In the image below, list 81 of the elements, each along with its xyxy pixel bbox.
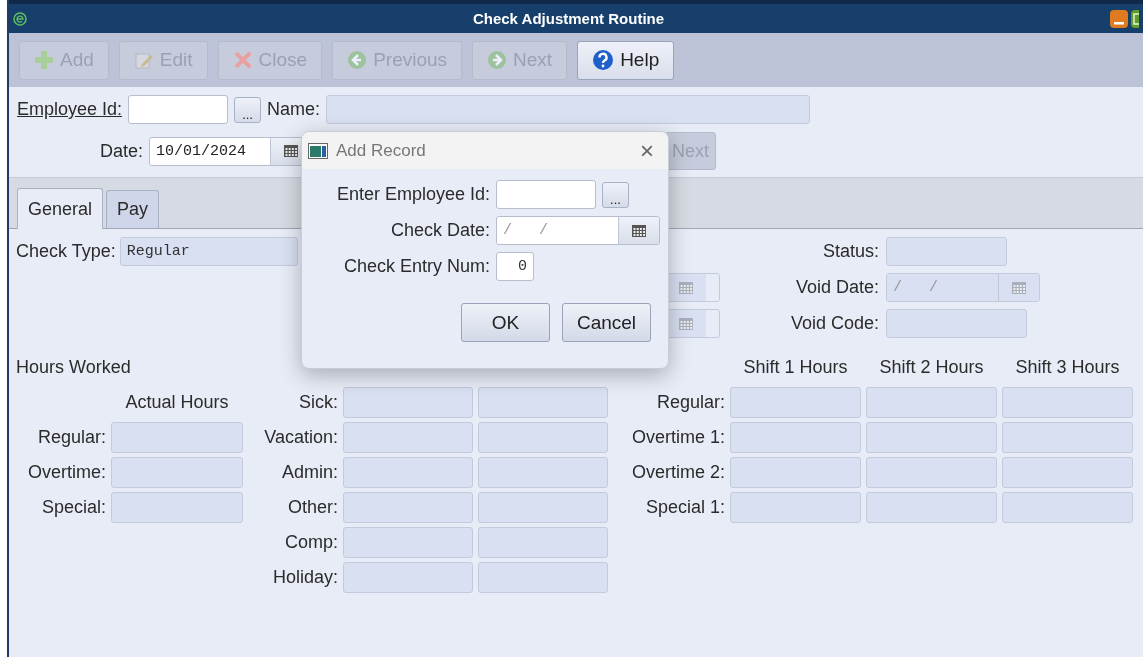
- name-label: Name:: [267, 99, 321, 120]
- window-title: Check Adjustment Routine: [472, 10, 665, 27]
- window-icon: [308, 142, 328, 159]
- logo-icon: [13, 11, 27, 26]
- field-label: Regular:: [37, 427, 106, 448]
- column-header: Shift 1 Hours: [743, 357, 848, 378]
- field-label: Special 1:: [645, 497, 725, 518]
- hours-field[interactable]: [730, 387, 861, 418]
- employee-id-field[interactable]: [128, 95, 229, 124]
- hours-field[interactable]: [730, 457, 861, 488]
- void-code-label: Void Code:: [789, 313, 880, 334]
- hours-field[interactable]: [1002, 492, 1133, 523]
- field-label: Overtime 2:: [631, 462, 725, 483]
- column-header: Actual Hours: [125, 392, 229, 413]
- employee-id-label: Employee Id:: [17, 99, 123, 120]
- calendar-icon: [632, 224, 646, 237]
- dialog-title: Add Record: [336, 140, 427, 161]
- hours-field[interactable]: [111, 422, 243, 453]
- hours-field[interactable]: [1002, 422, 1133, 453]
- field-label: Vacation:: [264, 427, 338, 448]
- tab[interactable]: General: [17, 188, 104, 229]
- hours-field[interactable]: [111, 457, 243, 488]
- plus-icon: [34, 50, 54, 70]
- field-label: Special:: [41, 497, 106, 518]
- date-label: Date:: [98, 140, 143, 162]
- lookup-button[interactable]: ...: [234, 96, 262, 123]
- maximize-icon[interactable]: [1131, 9, 1139, 28]
- help-icon: [592, 49, 615, 71]
- hours-field[interactable]: [111, 492, 243, 523]
- hours-field[interactable]: [343, 562, 473, 593]
- field-label: Other:: [287, 497, 338, 518]
- calendar-icon: [1012, 281, 1026, 294]
- hours-field[interactable]: [478, 387, 608, 418]
- minimize-icon[interactable]: [1110, 9, 1128, 28]
- status-label: Status:: [821, 241, 880, 262]
- calendar-icon: [284, 145, 298, 157]
- employee-id-label: Enter Employee Id:: [335, 184, 490, 205]
- hours-field[interactable]: [343, 457, 473, 488]
- dialog-button[interactable]: OK: [461, 303, 550, 342]
- hours-field[interactable]: [478, 422, 608, 453]
- hours-field[interactable]: [343, 422, 473, 453]
- close-icon: [232, 50, 253, 70]
- hours-field[interactable]: [866, 492, 997, 523]
- field-label: Comp:: [285, 532, 338, 553]
- check-date-label: Check Date:: [389, 220, 490, 241]
- field-label: Overtime 1:: [631, 427, 725, 448]
- entry-num-field[interactable]: 0: [496, 252, 534, 281]
- calendar-icon: [679, 317, 693, 330]
- hours-field[interactable]: [1002, 387, 1133, 418]
- hours-field[interactable]: [866, 457, 997, 488]
- calendar-icon: [679, 281, 693, 294]
- entry-num-label: Check Entry Num:: [342, 256, 490, 277]
- field-label: Admin:: [281, 462, 338, 483]
- field-label: Overtime:: [28, 462, 106, 483]
- employee-id-field[interactable]: [496, 180, 596, 209]
- lookup-button[interactable]: ...: [602, 181, 629, 208]
- hours-field[interactable]: [343, 527, 473, 558]
- field-label: Regular:: [656, 392, 725, 413]
- dialog-button[interactable]: Cancel: [562, 303, 651, 342]
- check-type-label: Check Type:: [16, 241, 116, 262]
- hours-field[interactable]: [866, 387, 997, 418]
- notepad-icon: [133, 50, 154, 70]
- hours-field[interactable]: [1002, 457, 1133, 488]
- hours-field[interactable]: [478, 562, 608, 593]
- toolbar-button[interactable]: Help: [577, 40, 675, 80]
- field-label: Holiday:: [272, 567, 338, 588]
- hours-field[interactable]: [730, 422, 861, 453]
- column-header: Shift 2 Hours: [879, 357, 984, 378]
- hours-field[interactable]: [478, 527, 608, 558]
- section-title: Hours Worked: [16, 357, 131, 378]
- column-header: Shift 3 Hours: [1015, 357, 1120, 378]
- hours-field[interactable]: [343, 492, 473, 523]
- hours-field[interactable]: [478, 457, 608, 488]
- hours-field[interactable]: [478, 492, 608, 523]
- tab[interactable]: Pay: [106, 190, 160, 228]
- close-button[interactable]: ×: [636, 136, 658, 165]
- hours-field[interactable]: [730, 492, 861, 523]
- hours-field[interactable]: [343, 387, 473, 418]
- field-label: Sick:: [299, 392, 338, 413]
- void-date-label: Void Date:: [794, 277, 880, 298]
- hours-field[interactable]: [866, 422, 997, 453]
